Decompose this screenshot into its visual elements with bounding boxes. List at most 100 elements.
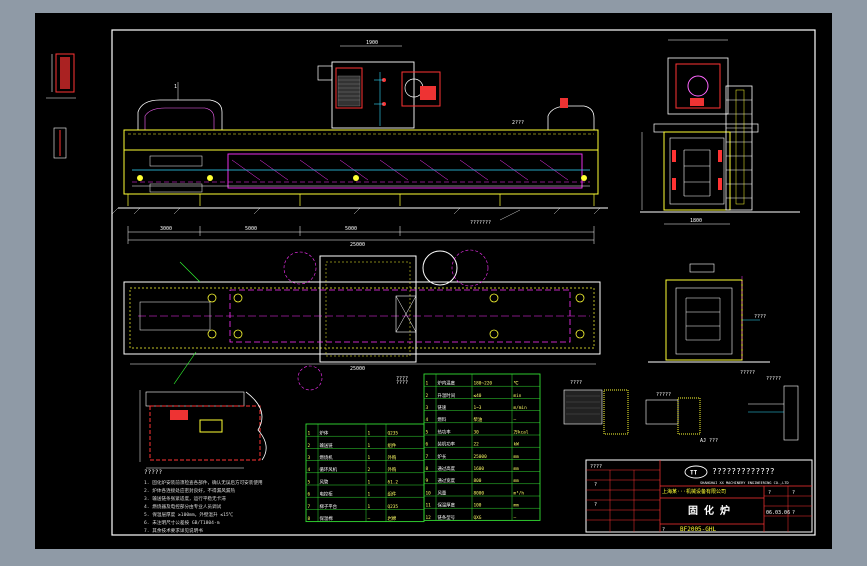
table-cell: 燃烧机 [320, 454, 334, 461]
tb-mark: ???? [590, 464, 602, 470]
svg-text:25000: 25000 [350, 366, 365, 372]
table-cell: 通过宽度 [438, 477, 456, 484]
svg-text:AJ ???: AJ ??? [700, 438, 718, 444]
table-cell: 6 [426, 442, 429, 448]
table-cell: 外购 [388, 466, 397, 473]
svg-text:1900: 1900 [366, 40, 378, 46]
table-cell: Q235 [388, 504, 399, 510]
table-cell: 6 [308, 492, 311, 498]
table-cell: — [368, 517, 371, 522]
table-cell: 1 [368, 443, 371, 449]
tb-misc: ? [792, 490, 795, 496]
table-cell: 燃料 [438, 416, 447, 423]
table-cell: 组件 [388, 442, 397, 449]
table-cell: 装机功率 [438, 441, 456, 448]
table-cell: 5 [308, 479, 311, 485]
svg-text:1800: 1800 [690, 218, 702, 224]
table-cell: 1600 [474, 466, 485, 472]
svg-text:?????: ????? [766, 376, 781, 382]
table-cell: 风管 [320, 478, 329, 485]
table-cell: 炉体 [320, 430, 329, 437]
table-cell: 22 [474, 442, 480, 448]
table-cell: min [514, 393, 522, 399]
table-cell: 1 [368, 455, 371, 461]
table-cell: 万kcal [514, 429, 529, 435]
table-cell: — [514, 418, 517, 423]
table-cell: mm [514, 455, 520, 460]
table-cell: 8 [426, 466, 429, 472]
drawing-title: 固 化 炉 [688, 504, 730, 517]
note-line: 4. 燃烧器及电控部分由专业人员调试 [144, 503, 222, 510]
table-cell: 保温棉 [320, 515, 334, 522]
table-cell: 800 [474, 478, 482, 484]
cad-viewport[interactable]: 1900 3000 5000 5000 25000 ??????? 1 2???… [0, 0, 867, 562]
table-cell: 7 [308, 504, 311, 510]
table-cell: 循环风机 [320, 466, 338, 473]
drawing-canvas: 1900 3000 5000 5000 25000 ??????? 1 2???… [35, 13, 832, 549]
table-cell: 炉长 [438, 453, 447, 460]
note-line: 2. 炉体各连接处应密封良好，不得漏风漏热 [144, 487, 235, 494]
drawing-date: 06.03.06 [766, 510, 790, 516]
table-cell: mm [514, 504, 520, 509]
table-cell: 保温厚度 [438, 502, 456, 509]
table-cell: 升温时间 [438, 392, 456, 399]
svg-text:1: 1 [174, 84, 177, 90]
table-cell: 1 [368, 492, 371, 498]
table-cell: 8000 [474, 490, 485, 496]
table-cell: 输送链 [320, 442, 334, 449]
table-cell: mm [514, 479, 520, 484]
svg-text:5000: 5000 [345, 226, 357, 232]
detail-tag: ???? [396, 380, 408, 386]
company-name-cn: 上海某···机械设备有限公司 [662, 488, 726, 495]
table-cell: 组件 [388, 491, 397, 498]
table-cell: 25000 [474, 454, 488, 460]
company-name: ????????????? [712, 467, 775, 476]
table-cell: 梯子平台 [320, 503, 338, 510]
svg-text:?????: ????? [656, 392, 671, 398]
table-cell: 4 [308, 467, 311, 473]
table-cell: 7 [426, 454, 429, 460]
company-name-en: SHANGHAI XX MACHINERY ENGINEERING CO.,LT… [700, 481, 789, 485]
table-cell: 热功率 [438, 428, 452, 435]
table-cell: — [514, 516, 517, 521]
notes-heading: ????? [144, 469, 162, 476]
table-cell: 链条型号 [438, 514, 456, 521]
table-cell: 11 [426, 503, 432, 509]
svg-text:25000: 25000 [350, 242, 365, 248]
tb-scale: ? [792, 510, 795, 516]
table-cell: 岩棉 [388, 515, 397, 522]
table-cell: 5 [426, 429, 429, 435]
svg-text:5000: 5000 [245, 226, 257, 232]
table-cell: 电控柜 [320, 491, 334, 498]
table-cell: m/min [514, 405, 528, 411]
note-line: 5. 保温层厚度 ≥100mm，外壁温升 ≤15℃ [144, 511, 234, 518]
table-cell: 100 [474, 503, 482, 509]
svg-text:????: ???? [754, 314, 766, 320]
section-label: ???? [570, 380, 582, 386]
note-line: 3. 输送链条张紧适度，运行平稳无卡滞 [144, 495, 226, 502]
table-cell: 8 [308, 516, 311, 522]
table-cell: 1 [368, 431, 371, 437]
table-cell: 1 [308, 431, 311, 437]
table-cell: 2 [368, 467, 371, 473]
table-cell: QXG [474, 515, 482, 521]
svg-text:3000: 3000 [160, 226, 172, 232]
svg-text:TT: TT [690, 470, 698, 477]
note-line: 6. 未注明尺寸公差按 GB/T1804-m [144, 519, 220, 526]
table-cell: 2 [426, 393, 429, 399]
table-cell: 4 [426, 417, 429, 423]
table-cell: 3 [426, 405, 429, 411]
table-cell: 链速 [438, 404, 447, 411]
table-cell: 1 [368, 479, 371, 485]
table-cell: 通过高度 [438, 465, 456, 472]
table-cell: 1 [426, 381, 429, 387]
table-cell: 风量 [438, 489, 447, 496]
table-cell: 炉内温度 [438, 380, 456, 387]
note-line: 1. 固化炉安装前须检查各部件，确认无误后方可安装使用 [144, 479, 263, 486]
table-cell: 2 [308, 443, 311, 449]
table-cell: 外购 [388, 454, 397, 461]
note-line: 7. 其余技术要求详见说明书 [144, 527, 203, 534]
table-cell: kW [514, 442, 520, 448]
table-cell: ≤40 [474, 393, 482, 399]
table-cell: mm [514, 467, 520, 472]
